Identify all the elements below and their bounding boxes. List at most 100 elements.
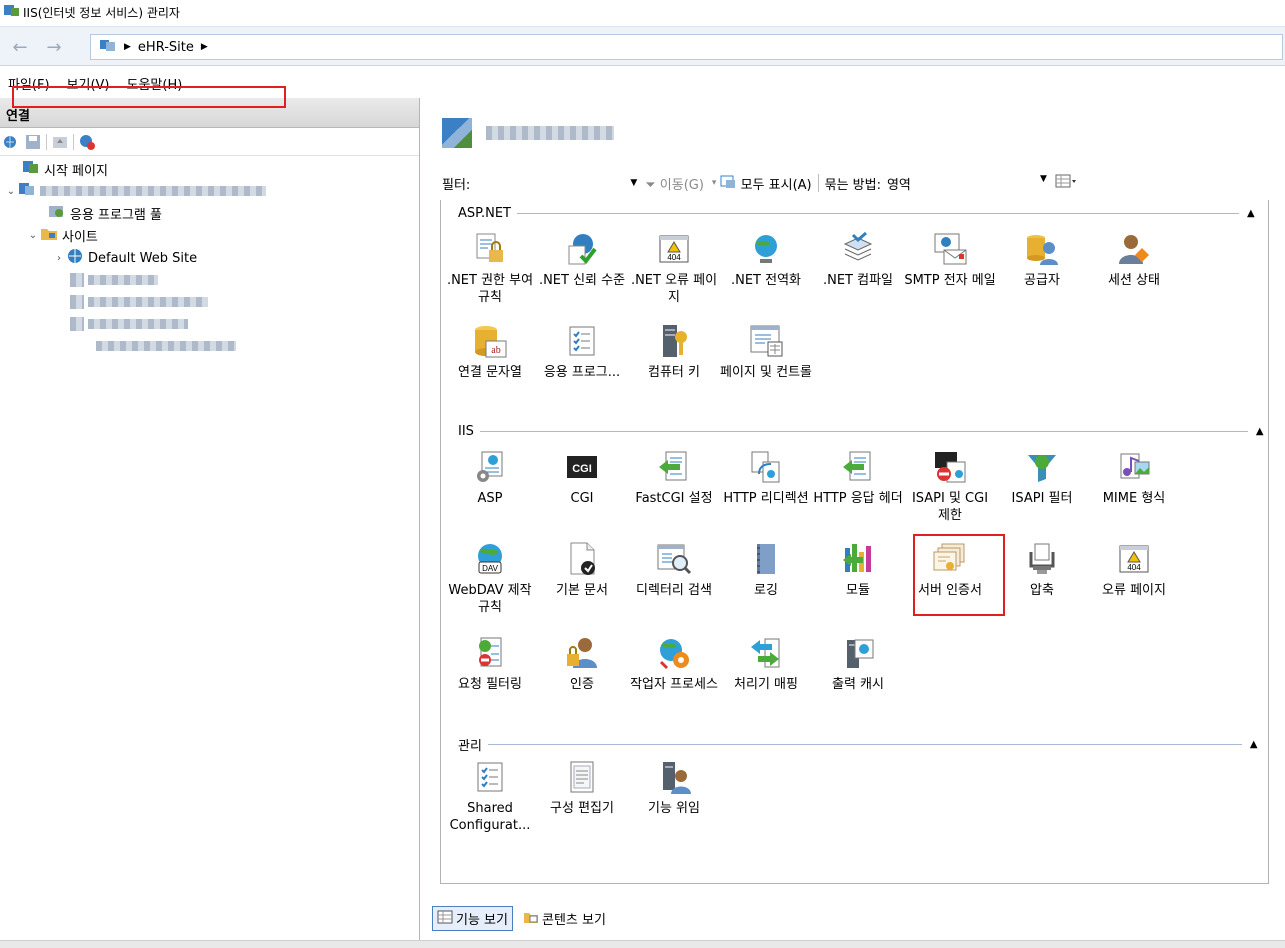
feature-webdav[interactable]: DAV WebDAV 제작 규칙 <box>444 540 536 616</box>
chevron-down-icon[interactable]: ⌄ <box>26 230 40 241</box>
feature-label: 모듈 <box>846 583 870 598</box>
compilation-layers-icon <box>838 230 878 268</box>
feature-label: 디렉터리 검색 <box>636 583 712 598</box>
group-by-value: 영역 <box>886 177 911 193</box>
feature-modules[interactable]: 모듈 <box>812 540 904 599</box>
feature-configuration-editor[interactable]: 구성 편집기 <box>536 758 628 817</box>
tree-item-app-pools[interactable]: 응용 프로그램 풀 <box>48 202 162 224</box>
feature-request-filtering[interactable]: 요청 필터링 <box>444 634 536 693</box>
feature-mime-types[interactable]: MIME 형식 <box>1088 448 1180 507</box>
feature-label: 공급자 <box>1024 273 1060 288</box>
feature-label: HTTP 응답 헤더 <box>813 491 903 506</box>
tree-label: Default Web Site <box>88 250 198 266</box>
feature-error-pages[interactable]: 404 오류 페이지 <box>1088 540 1180 599</box>
tree-label: 시작 페이지 <box>44 163 108 179</box>
app-pool-icon <box>48 203 66 223</box>
feature-directory-browsing[interactable]: 디렉터리 검색 <box>628 540 720 599</box>
feature-providers[interactable]: 공급자 <box>996 230 1088 289</box>
tree-item-redacted[interactable] <box>70 291 208 313</box>
feature-application-settings[interactable]: 응용 프로그... <box>536 322 628 381</box>
feature-shared-configuration[interactable]: Shared Configurat... <box>444 758 536 834</box>
feature-net-compilation[interactable]: .NET 컴파일 <box>812 230 904 289</box>
feature-compression[interactable]: 압축 <box>996 540 1088 599</box>
show-all-button[interactable]: 모두 표시(A) <box>720 174 812 193</box>
error-code-text: 404 <box>1127 563 1141 572</box>
feature-logging[interactable]: 로깅 <box>720 540 812 599</box>
collapse-caret-icon[interactable]: ▲ <box>1247 208 1255 219</box>
group-header-iis[interactable]: IIS ▲ <box>458 424 1264 439</box>
connect-globe-icon[interactable] <box>2 133 20 151</box>
feature-connection-strings[interactable]: ab 연결 문자열 <box>444 322 536 381</box>
start-page-icon <box>22 159 40 179</box>
feature-output-caching[interactable]: 출력 캐시 <box>812 634 904 693</box>
feature-label: FastCGI 설정 <box>635 491 713 506</box>
feature-delegation[interactable]: 기능 위임 <box>628 758 720 817</box>
feature-cgi[interactable]: CGI CGI <box>536 448 628 507</box>
save-icon[interactable] <box>24 133 42 151</box>
collapse-caret-icon[interactable]: ▲ <box>1256 426 1264 437</box>
group-header-aspnet[interactable]: ASP.NET ▲ <box>458 206 1255 221</box>
feature-authentication[interactable]: 인증 <box>536 634 628 693</box>
feature-worker-processes[interactable]: 작업자 프로세스 <box>628 634 720 693</box>
chevron-down-icon[interactable]: ▾ <box>712 178 717 188</box>
feature-asp[interactable]: ASP <box>444 448 536 507</box>
feature-http-redirect[interactable]: HTTP 리디렉션 <box>720 448 812 507</box>
tree-item-sites[interactable]: ⌄ 사이트 <box>26 224 98 246</box>
feature-default-document[interactable]: 기본 문서 <box>536 540 628 599</box>
collapse-caret-icon[interactable]: ▲ <box>1250 739 1258 750</box>
breadcrumb-site[interactable]: eHR-Site <box>138 40 194 55</box>
feature-machine-key[interactable]: 컴퓨터 키 <box>628 322 720 381</box>
go-button[interactable]: ⏷ 이동(G) <box>645 174 704 193</box>
chevron-down-icon: ▼ <box>1040 173 1047 184</box>
title-bar: IIS(인터넷 정보 서비스) 관리자 <box>0 0 1285 24</box>
group-header-management[interactable]: 관리 ▲ <box>458 735 1258 754</box>
address-path[interactable]: ▶ eHR-Site ▶ <box>90 34 1283 60</box>
feature-net-globalization[interactable]: .NET 전역화 <box>720 230 812 289</box>
shared-config-list-icon <box>470 758 510 796</box>
feature-smtp-email[interactable]: SMTP 전자 메일 <box>904 230 996 289</box>
tree-item-redacted[interactable] <box>92 335 236 357</box>
feature-handler-mappings[interactable]: 처리기 매핑 <box>720 634 812 693</box>
chevron-right-icon[interactable]: ▶ <box>201 42 208 52</box>
feature-http-response-headers[interactable]: HTTP 응답 헤더 <box>812 448 904 507</box>
feature-fastcgi[interactable]: FastCGI 설정 <box>628 448 720 507</box>
view-tabs: 기능 보기 콘텐츠 보기 <box>426 906 610 931</box>
feature-net-trust-levels[interactable]: .NET 신뢰 수준 <box>536 230 628 289</box>
feature-isapi-filters[interactable]: ISAPI 필터 <box>996 448 1088 507</box>
tree-item-redacted[interactable] <box>70 269 158 291</box>
filter-dropdown-icon[interactable]: ▼ <box>630 178 637 188</box>
modules-icon <box>838 540 878 578</box>
logging-notebook-icon <box>746 540 786 578</box>
webdav-globe-icon: DAV <box>470 540 510 578</box>
filter-funnel-icon: ⏷ <box>645 177 656 193</box>
tree-item-server[interactable]: ⌄ <box>4 180 266 202</box>
chevron-right-icon[interactable]: › <box>52 253 66 264</box>
tree-item-default-site[interactable]: › Default Web Site <box>52 247 197 269</box>
http-redirect-icon <box>746 448 786 486</box>
redacted-label <box>88 297 208 307</box>
feature-pages-controls[interactable]: 페이지 및 컨트롤 <box>720 322 812 381</box>
filter-input[interactable] <box>476 173 626 193</box>
feature-session-state[interactable]: 세션 상태 <box>1088 230 1180 289</box>
highlight-box-server <box>12 86 286 108</box>
tree-item-redacted[interactable] <box>70 313 188 335</box>
connections-toolbar <box>0 128 419 156</box>
tab-features-view[interactable]: 기능 보기 <box>432 906 513 931</box>
up-level-icon[interactable] <box>51 133 69 151</box>
asp-page-icon <box>470 448 510 486</box>
disconnect-icon[interactable] <box>78 133 96 151</box>
tree-item-start-page[interactable]: 시작 페이지 <box>22 158 108 180</box>
feature-isapi-cgi-restrictions[interactable]: ISAPI 및 CGI 제한 <box>904 448 996 524</box>
feature-net-error-pages[interactable]: 404 .NET 오류 페이지 <box>628 230 720 306</box>
forward-button[interactable]: → <box>40 35 68 59</box>
chevron-down-icon[interactable]: ⌄ <box>4 186 18 197</box>
feature-label: 구성 편집기 <box>550 801 614 816</box>
view-mode-icon[interactable] <box>1055 174 1077 192</box>
feature-net-authorization[interactable]: .NET 권한 부여 규칙 <box>444 230 536 306</box>
feature-label: 인증 <box>570 677 594 692</box>
back-button[interactable]: ← <box>6 35 34 59</box>
group-by-select[interactable]: 영역 ▼ <box>887 174 1047 193</box>
redacted-icon <box>70 295 84 309</box>
tab-content-view[interactable]: 콘텐츠 보기 <box>519 907 610 930</box>
trust-check-icon <box>562 230 602 268</box>
